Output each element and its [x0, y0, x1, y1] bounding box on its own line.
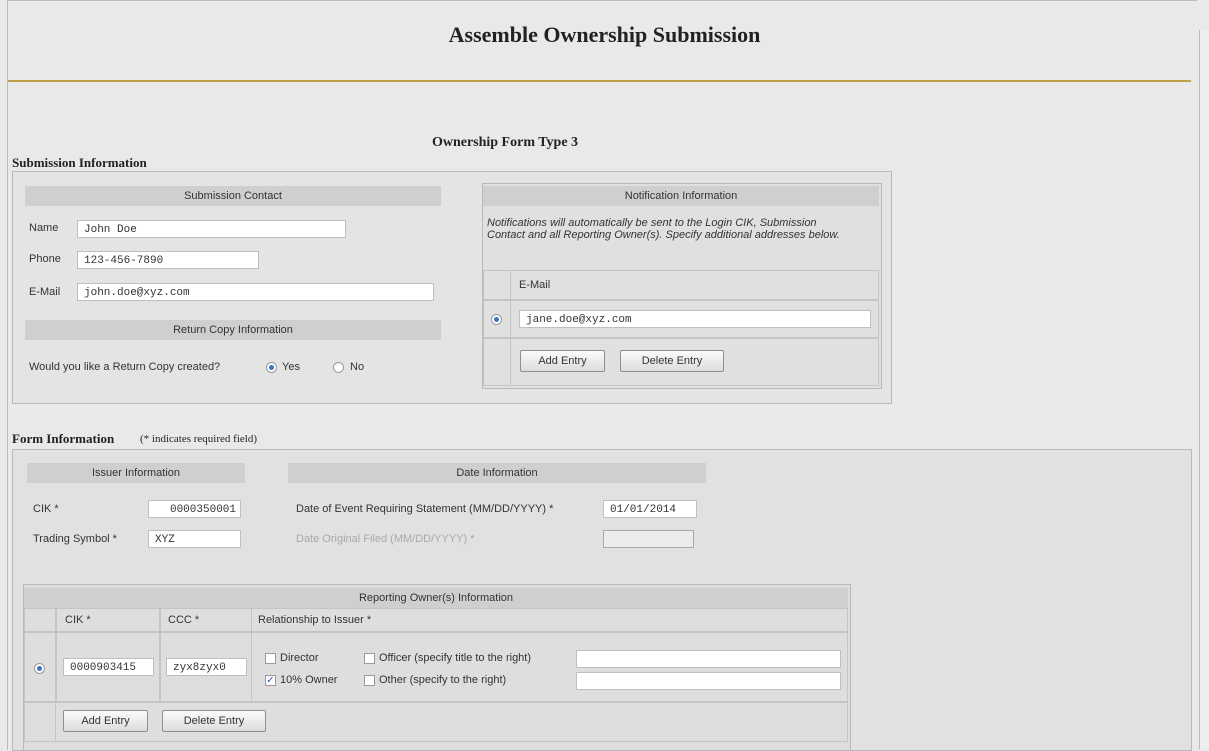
phone-label: Phone [29, 253, 61, 265]
return-copy-header: Return Copy Information [25, 320, 441, 340]
ten-percent-owner-checkbox[interactable]: ✓ [265, 675, 276, 686]
other-checkbox[interactable] [364, 675, 375, 686]
return-copy-yes-label: Yes [282, 361, 300, 373]
original-filed-date-input[interactable] [603, 530, 694, 548]
director-checkbox[interactable] [265, 653, 276, 664]
original-filed-date-label: Date Original Filed (MM/DD/YYYY) * [296, 533, 475, 545]
owners-ccc-column-header: CCC * [168, 614, 200, 626]
page-title: Assemble Ownership Submission [448, 22, 761, 47]
event-date-label: Date of Event Requiring Statement (MM/DD… [296, 503, 554, 515]
return-copy-no-radio[interactable] [333, 362, 344, 373]
reporting-owners-header: Reporting Owner(s) Information [24, 588, 848, 608]
title-divider [8, 80, 1191, 82]
event-date-input[interactable]: 01/01/2014 [603, 500, 697, 518]
other-specify-input[interactable] [576, 672, 841, 690]
submission-contact-header: Submission Contact [25, 186, 441, 206]
name-label: Name [29, 222, 59, 234]
owner-row-radio[interactable] [34, 663, 45, 674]
owners-relationship-column-header: Relationship to Issuer * [258, 614, 372, 626]
owners-select-column-header [24, 608, 56, 632]
owners-button-spacer [24, 702, 56, 742]
issuer-information-header: Issuer Information [27, 463, 245, 483]
trading-symbol-input[interactable]: XYZ [148, 530, 241, 548]
notification-button-spacer [483, 338, 511, 386]
notification-header: Notification Information [483, 186, 879, 206]
return-copy-no-label: No [350, 361, 365, 373]
owners-add-entry-button[interactable]: Add Entry [63, 710, 148, 732]
form-information-heading: Form Information [12, 431, 115, 446]
ten-percent-owner-label: 10% Owner [280, 674, 338, 686]
trading-symbol-label: Trading Symbol * [33, 533, 117, 545]
return-copy-yes-radio[interactable] [266, 362, 277, 373]
phone-input[interactable]: 123-456-7890 [77, 251, 259, 269]
name-input[interactable]: John Doe [77, 220, 346, 238]
owner-cik-input[interactable]: 0000903415 [63, 658, 154, 676]
officer-checkbox[interactable] [364, 653, 375, 664]
notification-add-entry-button[interactable]: Add Entry [520, 350, 605, 372]
issuer-cik-label: CIK * [33, 503, 59, 515]
email-input[interactable]: john.doe@xyz.com [77, 283, 434, 301]
required-field-note: (* indicates required field) [140, 433, 257, 445]
date-information-header: Date Information [288, 463, 706, 483]
officer-label: Officer (specify title to the right) [379, 652, 532, 664]
owners-cik-column-header: CIK * [65, 614, 91, 626]
submission-information-heading: Submission Information [12, 155, 147, 170]
officer-title-input[interactable] [576, 650, 841, 668]
right-scrollbar[interactable] [1199, 30, 1209, 749]
form-type-subtitle: Ownership Form Type 3 [431, 135, 579, 150]
email-label: E-Mail [29, 286, 61, 298]
issuer-cik-input[interactable]: 0000350001 [148, 500, 241, 518]
notification-email-row-radio[interactable] [491, 314, 502, 325]
notification-select-column-header [483, 270, 511, 300]
return-copy-question: Would you like a Return Copy created? [29, 361, 221, 373]
other-label: Other (specify to the right) [379, 674, 507, 686]
notification-email-input[interactable]: jane.doe@xyz.com [519, 310, 871, 328]
owners-delete-entry-button[interactable]: Delete Entry [162, 710, 266, 732]
owner-ccc-input[interactable]: zyx8zyx0 [166, 658, 247, 676]
notification-note: Notifications will automatically be sent… [487, 217, 840, 241]
notification-delete-entry-button[interactable]: Delete Entry [620, 350, 724, 372]
director-label: Director [280, 652, 319, 664]
notification-email-column-header: E-Mail [519, 279, 551, 291]
